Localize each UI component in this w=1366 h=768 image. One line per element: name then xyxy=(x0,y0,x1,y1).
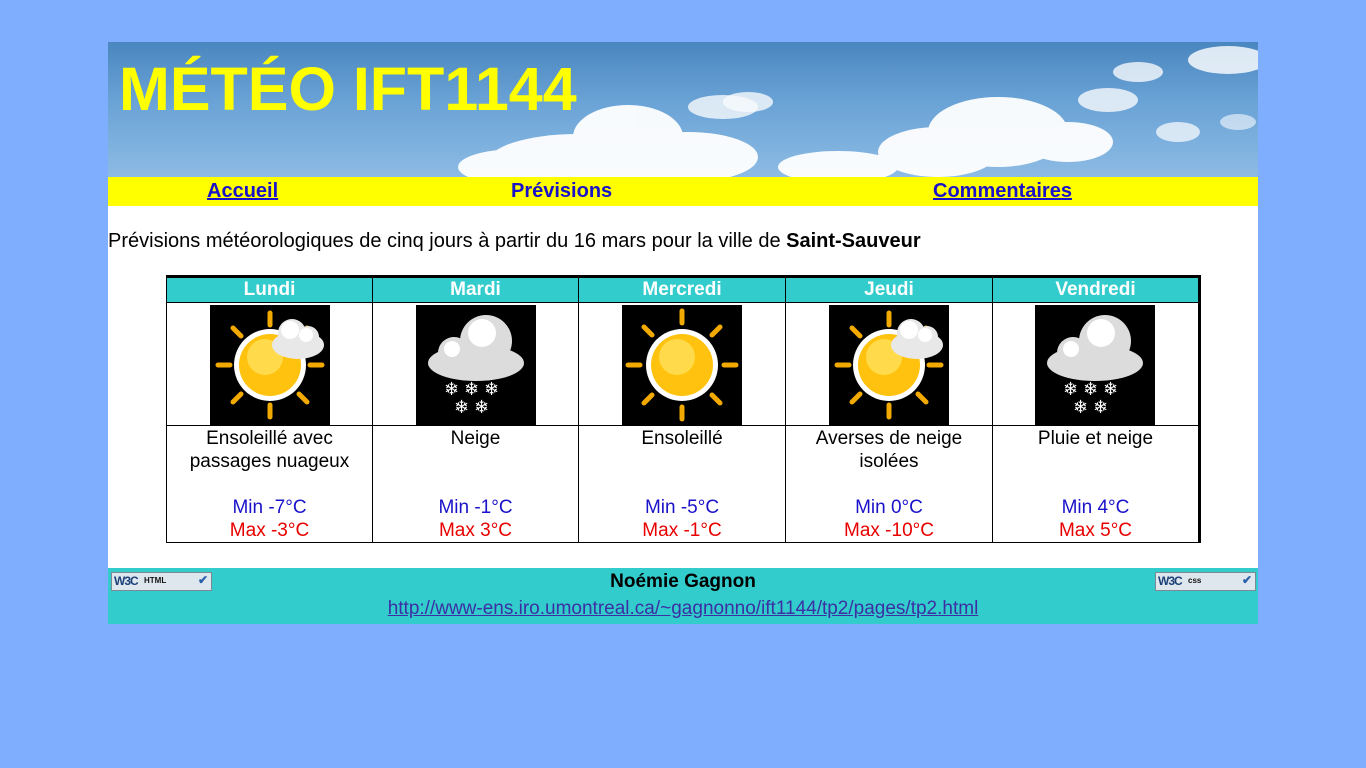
checkmark-icon: ✔ xyxy=(1241,573,1252,587)
sun-icon xyxy=(621,304,742,425)
svg-text:❄: ❄ xyxy=(1073,397,1088,418)
snow-cloud-icon: ❄ ❄ ❄ ❄ ❄ xyxy=(1035,304,1156,425)
day-header: Vendredi xyxy=(991,276,1201,303)
forecast-icon-row: ❄ ❄ ❄ ❄ ❄ ❄ ❄ ❄ ❄ ❄ xyxy=(166,302,1201,426)
svg-text:❄: ❄ xyxy=(1093,397,1108,418)
source-url-link[interactable]: http://www-ens.iro.umontreal.ca/~gagnonn… xyxy=(108,598,1258,620)
sun-cloud-icon xyxy=(828,304,949,425)
nav-link-accueil[interactable]: Accueil xyxy=(207,177,278,206)
icon-cell: ❄ ❄ ❄ ❄ ❄ xyxy=(372,302,579,426)
forecast-detail-cell: Pluie et neige Min 4°C Max 5°C xyxy=(991,425,1201,543)
w3c-logo-icon: W3C xyxy=(1158,574,1183,588)
forecast-detail-cell: Ensoleillé Min -5°C Max -1°C xyxy=(578,425,786,543)
max-temp: Max 5°C xyxy=(1058,520,1133,541)
w3c-css-badge[interactable]: W3C css ✔ xyxy=(1155,572,1256,591)
page-container: MÉTÉO IFT1144 Accueil Prévisions Comment… xyxy=(108,42,1258,624)
min-temp: Min -5°C xyxy=(644,497,720,518)
condition-text: Ensoleillé avec passages nuageux xyxy=(189,428,350,472)
icon-cell: ❄ ❄ ❄ ❄ ❄ xyxy=(991,302,1201,426)
day-header: Jeudi xyxy=(784,276,993,303)
footer: W3C HTML ✔ Noémie Gagnon http://www-ens.… xyxy=(108,568,1258,624)
min-temp: Min -1°C xyxy=(438,497,513,518)
icon-cell xyxy=(166,302,373,426)
site-title: MÉTÉO IFT1144 xyxy=(119,55,577,123)
max-temp: Max 3°C xyxy=(438,520,513,541)
icon-cell xyxy=(578,302,786,426)
intro-sentence: Prévisions météorologiques de cinq jours… xyxy=(108,230,787,252)
author-name: Noémie Gagnon xyxy=(610,571,756,592)
header-banner: MÉTÉO IFT1144 xyxy=(108,42,1258,177)
max-temp: Max -1°C xyxy=(642,520,722,541)
max-temp: Max -10°C xyxy=(844,520,934,541)
forecast-detail-row: Ensoleillé avec passages nuageux Min -7°… xyxy=(166,425,1201,543)
nav-link-previsions[interactable]: Prévisions xyxy=(511,177,612,206)
condition-text: Neige xyxy=(450,428,501,449)
forecast-detail-cell: Neige Min -1°C Max 3°C xyxy=(372,425,579,543)
min-temp: Min 4°C xyxy=(1061,497,1130,518)
condition-text: Averses de neige isolées xyxy=(815,428,963,472)
badge-tag: css xyxy=(1188,576,1202,585)
nav-link-commentaires[interactable]: Commentaires xyxy=(933,177,1072,206)
forecast-detail-cell: Ensoleillé avec passages nuageux Min -7°… xyxy=(166,425,373,543)
snow-cloud-icon: ❄ ❄ ❄ ❄ ❄ xyxy=(415,304,536,425)
city-name: Saint-Sauveur xyxy=(786,230,921,252)
min-temp: Min -7°C xyxy=(232,497,307,518)
forecast-header-row: Lundi Mardi Mercredi Jeudi Vendredi xyxy=(166,276,1201,303)
svg-text:❄: ❄ xyxy=(454,397,469,418)
nav-bar: Accueil Prévisions Commentaires xyxy=(108,177,1258,206)
forecast-table: Lundi Mardi Mercredi Jeudi Vendredi ❄ ❄ … xyxy=(166,275,1201,543)
condition-text: Ensoleillé xyxy=(641,428,723,449)
max-temp: Max -3°C xyxy=(229,520,310,541)
intro-text: Prévisions météorologiques de cinq jours… xyxy=(108,229,921,253)
day-header: Mardi xyxy=(372,276,579,303)
day-header: Mercredi xyxy=(578,276,786,303)
condition-text: Pluie et neige xyxy=(1037,428,1154,449)
icon-cell xyxy=(784,302,993,426)
forecast-detail-cell: Averses de neige isolées Min 0°C Max -10… xyxy=(784,425,993,543)
min-temp: Min 0°C xyxy=(855,497,923,518)
sun-cloud-icon xyxy=(209,304,330,425)
day-header: Lundi xyxy=(166,276,373,303)
svg-text:❄: ❄ xyxy=(474,397,489,418)
